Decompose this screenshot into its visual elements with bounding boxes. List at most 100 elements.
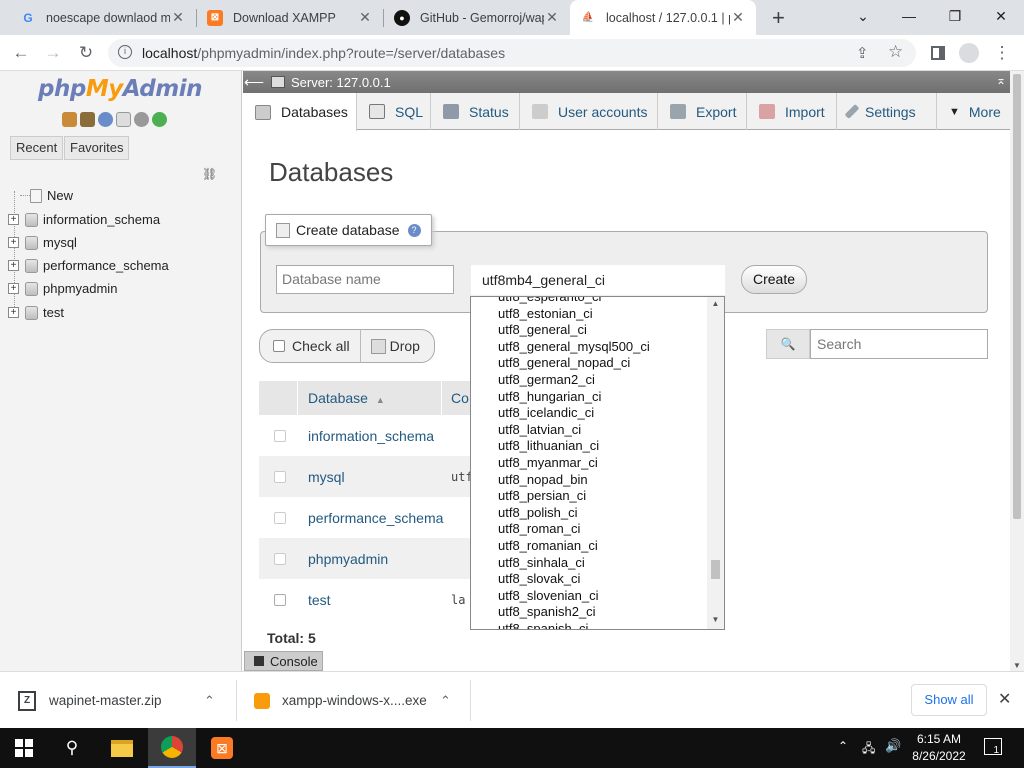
close-tab-icon[interactable]: ✕ bbox=[730, 9, 746, 26]
home-icon[interactable] bbox=[62, 112, 77, 127]
collation-option[interactable]: utf8_estonian_ci bbox=[498, 306, 593, 323]
chevron-up-icon[interactable]: ⌃ bbox=[440, 693, 451, 709]
close-tab-icon[interactable]: ✕ bbox=[357, 9, 373, 26]
new-tab-button[interactable]: + bbox=[762, 0, 792, 35]
close-tab-icon[interactable]: ✕ bbox=[544, 9, 560, 26]
expand-icon[interactable]: + bbox=[8, 237, 19, 248]
tree-item-new[interactable]: New bbox=[20, 188, 73, 203]
row-checkbox[interactable] bbox=[274, 429, 286, 442]
close-window-icon[interactable]: ✕ bbox=[978, 0, 1024, 32]
close-download-bar-icon[interactable]: ✕ bbox=[998, 689, 1011, 709]
close-tab-icon[interactable]: ✕ bbox=[170, 9, 186, 26]
drop-button[interactable]: Drop bbox=[390, 338, 420, 354]
help-icon[interactable] bbox=[98, 112, 113, 127]
chevron-up-icon[interactable]: ⌃ bbox=[204, 693, 215, 709]
collapse-nav-arrow-icon[interactable]: ⟵ bbox=[243, 74, 265, 91]
collation-option[interactable]: utf8_general_nopad_ci bbox=[498, 355, 630, 372]
tree-item-information-schema[interactable]: + information_schema bbox=[8, 212, 160, 227]
column-database[interactable]: Database ▲ bbox=[308, 381, 385, 415]
chevron-up-icon[interactable]: ⌃ bbox=[838, 739, 848, 753]
search-input[interactable]: Search bbox=[810, 329, 988, 359]
collation-option[interactable]: utf8_myanmar_ci bbox=[498, 455, 598, 472]
phpmyadmin-logo[interactable]: phpMyAdmin bbox=[38, 76, 202, 102]
expand-icon[interactable]: + bbox=[8, 307, 19, 318]
database-link[interactable]: phpmyadmin bbox=[308, 551, 388, 567]
file-explorer-icon[interactable] bbox=[98, 728, 146, 768]
collation-option[interactable]: utf8_sinhala_ci bbox=[498, 555, 585, 572]
collation-option[interactable]: utf8_esperanto_ci bbox=[498, 297, 601, 306]
row-checkbox[interactable] bbox=[274, 593, 286, 606]
database-link[interactable]: test bbox=[308, 592, 331, 608]
create-button[interactable]: Create bbox=[741, 265, 807, 294]
profile-icon[interactable] bbox=[957, 41, 981, 65]
tab-sql[interactable]: SQL bbox=[357, 93, 431, 130]
tab-recent[interactable]: Recent bbox=[10, 136, 64, 160]
tab-user-accounts[interactable]: User accounts bbox=[520, 93, 658, 130]
collation-select[interactable]: utf8mb4_general_ci bbox=[471, 265, 725, 295]
reload-nav-icon[interactable] bbox=[152, 112, 167, 127]
console-toggle[interactable]: Console bbox=[244, 651, 323, 671]
collation-option[interactable]: utf8_romanian_ci bbox=[498, 538, 598, 555]
scrollbar-thumb[interactable] bbox=[1013, 74, 1021, 519]
collation-option[interactable]: utf8_spanish2_ci bbox=[498, 604, 596, 621]
settings-gear-icon[interactable] bbox=[134, 112, 149, 127]
collation-dropdown-list[interactable]: utf8_esperanto_ci utf8_estonian_ci utf8_ge… bbox=[470, 296, 725, 630]
download-item[interactable]: xampp-windows-x....exe ⌃ bbox=[254, 672, 454, 729]
collation-option[interactable]: utf8_icelandic_ci bbox=[498, 405, 594, 422]
database-link[interactable]: performance_schema bbox=[308, 510, 443, 526]
tab-status[interactable]: Status bbox=[431, 93, 520, 130]
tab-settings[interactable]: Settings bbox=[837, 93, 937, 130]
check-all-checkbox[interactable] bbox=[273, 340, 285, 352]
tree-item-test[interactable]: + test bbox=[8, 305, 64, 320]
collation-option[interactable]: utf8_general_mysql500_ci bbox=[498, 339, 650, 356]
row-checkbox[interactable] bbox=[274, 511, 286, 524]
collation-option[interactable]: utf8_persian_ci bbox=[498, 488, 586, 505]
reload-icon[interactable]: ↻ bbox=[74, 41, 98, 65]
collapse-top-icon[interactable]: ⌅ bbox=[996, 73, 1006, 87]
database-name-input[interactable]: Database name bbox=[276, 265, 454, 294]
database-link[interactable]: mysql bbox=[308, 469, 345, 485]
browser-tab[interactable]: ● GitHub - Gemorroj/wap ✕ bbox=[384, 0, 570, 35]
server-label[interactable]: Server: 127.0.0.1 bbox=[291, 75, 391, 90]
expand-icon[interactable]: + bbox=[8, 283, 19, 294]
forward-arrow-icon[interactable]: → bbox=[41, 41, 65, 65]
scroll-up-icon[interactable]: ▲ bbox=[707, 299, 724, 308]
collation-option[interactable]: utf8_roman_ci bbox=[498, 521, 580, 538]
documentation-icon[interactable] bbox=[116, 112, 131, 127]
network-icon[interactable]: 🖧 bbox=[862, 739, 875, 760]
collation-option[interactable]: utf8_polish_ci bbox=[498, 505, 578, 522]
expand-icon[interactable]: + bbox=[8, 260, 19, 271]
volume-icon[interactable]: 🔊 bbox=[885, 738, 901, 754]
info-icon[interactable]: i bbox=[118, 45, 132, 59]
address-bar[interactable]: i localhost/phpmyadmin/index.php?route=/… bbox=[108, 39, 916, 67]
chevron-down-icon[interactable]: ⌄ bbox=[840, 0, 886, 32]
scroll-down-icon[interactable]: ▼ bbox=[707, 615, 724, 624]
scroll-down-icon[interactable]: ▼ bbox=[1013, 661, 1021, 670]
search-icon[interactable]: ⚲ bbox=[48, 728, 96, 768]
download-item[interactable]: Z wapinet-master.zip ⌃ bbox=[18, 672, 228, 729]
collation-option[interactable]: utf8_general_ci bbox=[498, 322, 587, 339]
browser-tab[interactable]: ⊠ Download XAMPP ✕ bbox=[197, 0, 383, 35]
collation-option[interactable]: utf8_slovak_ci bbox=[498, 571, 580, 588]
page-scrollbar[interactable]: ▼ bbox=[1010, 71, 1024, 671]
show-all-button[interactable]: Show all bbox=[911, 684, 987, 716]
chrome-icon[interactable] bbox=[148, 728, 196, 768]
help-icon[interactable]: ? bbox=[407, 223, 421, 237]
collation-option[interactable]: utf8_german2_ci bbox=[498, 372, 595, 389]
collation-option[interactable]: utf8_lithuanian_ci bbox=[498, 438, 599, 455]
row-checkbox[interactable] bbox=[274, 552, 286, 565]
check-all-label[interactable]: Check all bbox=[292, 338, 350, 354]
windows-start-icon[interactable] bbox=[0, 728, 48, 768]
share-icon[interactable]: ⇪ bbox=[856, 44, 869, 62]
notification-icon[interactable]: 1 bbox=[984, 738, 1002, 756]
tab-databases[interactable]: Databases bbox=[243, 93, 357, 131]
menu-kebab-icon[interactable]: ⋮ bbox=[990, 41, 1014, 65]
tree-item-phpmyadmin[interactable]: + phpmyadmin bbox=[8, 281, 117, 296]
collation-option[interactable]: utf8_spanish_ci bbox=[498, 621, 588, 629]
collation-option[interactable]: utf8_hungarian_ci bbox=[498, 389, 601, 406]
expand-icon[interactable]: + bbox=[8, 214, 19, 225]
xampp-icon[interactable]: ⊠ bbox=[198, 728, 246, 768]
browser-tab-active[interactable]: ⛵ localhost / 127.0.0.1 | p ✕ bbox=[570, 0, 756, 35]
logout-icon[interactable] bbox=[80, 112, 95, 127]
browser-tab[interactable]: G noescape downlaod m ✕ bbox=[10, 0, 196, 35]
